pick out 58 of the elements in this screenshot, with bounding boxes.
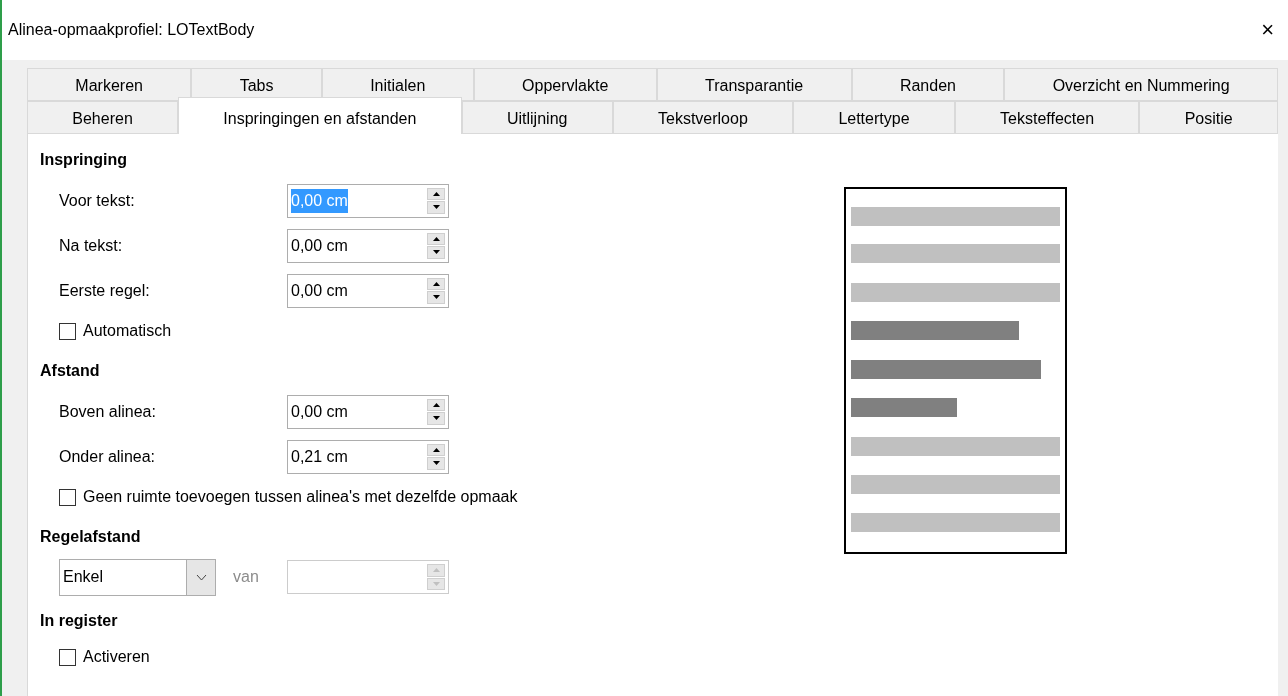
checkbox[interactable] [59, 322, 76, 340]
up-arrow-icon [432, 447, 440, 452]
field-value: 0,00 cm [291, 235, 348, 256]
up-arrow-icon [432, 568, 440, 573]
field-value: 0,00 cm [291, 188, 348, 213]
spin-buttons[interactable] [427, 277, 445, 304]
down-arrow-icon [432, 205, 440, 210]
checkbox[interactable] [59, 648, 76, 666]
section-heading: Regelafstand [40, 527, 142, 547]
up-arrow-icon [432, 236, 440, 241]
tab[interactable]: Inspringingen en afstanden [178, 97, 462, 134]
window-title: Alinea-opmaakprofiel: LOTextBody [8, 20, 255, 40]
tab[interactable]: Randen [851, 68, 1005, 101]
spin-field[interactable]: 0,00 cm [287, 394, 449, 429]
spin-buttons[interactable] [427, 187, 445, 214]
chevron-down-icon [195, 573, 207, 581]
dropdown-value: Enkel [62, 567, 104, 587]
up-arrow-icon [432, 191, 440, 196]
spin-field[interactable]: 0,00 cm [287, 273, 449, 308]
field-label: Boven alinea: [59, 401, 157, 422]
checkbox-label: Geen ruimte toevoegen tussen alinea's met dezelfde opmaak [83, 487, 518, 507]
down-arrow-icon [432, 250, 440, 255]
field-label: Onder alinea: [59, 446, 157, 467]
up-arrow-icon [432, 281, 440, 286]
down-arrow-icon [432, 295, 440, 300]
spin-buttons[interactable] [427, 443, 445, 470]
tab[interactable]: Beheren [27, 101, 179, 134]
field-label: van [233, 567, 260, 587]
down-arrow-icon [432, 581, 440, 586]
tab[interactable]: Uitlijning [461, 101, 613, 134]
tab[interactable]: Overzicht en Nummering [1004, 68, 1278, 101]
section-heading: Inspringing [40, 150, 129, 170]
checkbox-label: Automatisch [83, 321, 172, 341]
spin-buttons[interactable] [427, 398, 445, 425]
field-value: 0,00 cm [291, 401, 348, 422]
tab[interactable]: Tekstverloop [612, 101, 794, 134]
section-heading: In register [40, 611, 119, 631]
checkbox[interactable] [59, 488, 76, 506]
close-button[interactable]: × [1261, 19, 1274, 41]
up-arrow-icon [432, 402, 440, 407]
tab[interactable]: Lettertype [793, 101, 955, 134]
field-label: Voor tekst: [59, 190, 136, 211]
spin-field[interactable]: 0,21 cm [287, 439, 449, 474]
tab[interactable]: Transparantie [656, 68, 852, 101]
tab[interactable]: Teksteffecten [954, 101, 1140, 134]
section-heading: Afstand [40, 361, 101, 381]
tab[interactable]: Oppervlakte [473, 68, 657, 101]
checkbox-label: Activeren [83, 647, 150, 667]
spin-buttons[interactable] [427, 232, 445, 259]
field-value: 0,21 cm [291, 446, 348, 467]
down-arrow-icon [432, 416, 440, 421]
tab[interactable]: Positie [1139, 101, 1278, 134]
field-label: Eerste regel: [59, 280, 151, 301]
down-arrow-icon [432, 461, 440, 466]
field-value: 0,00 cm [291, 280, 348, 301]
spin-field[interactable]: 0,00 cm [287, 228, 449, 263]
field-label: Na tekst: [59, 235, 124, 256]
tab[interactable]: Markeren [27, 68, 192, 101]
